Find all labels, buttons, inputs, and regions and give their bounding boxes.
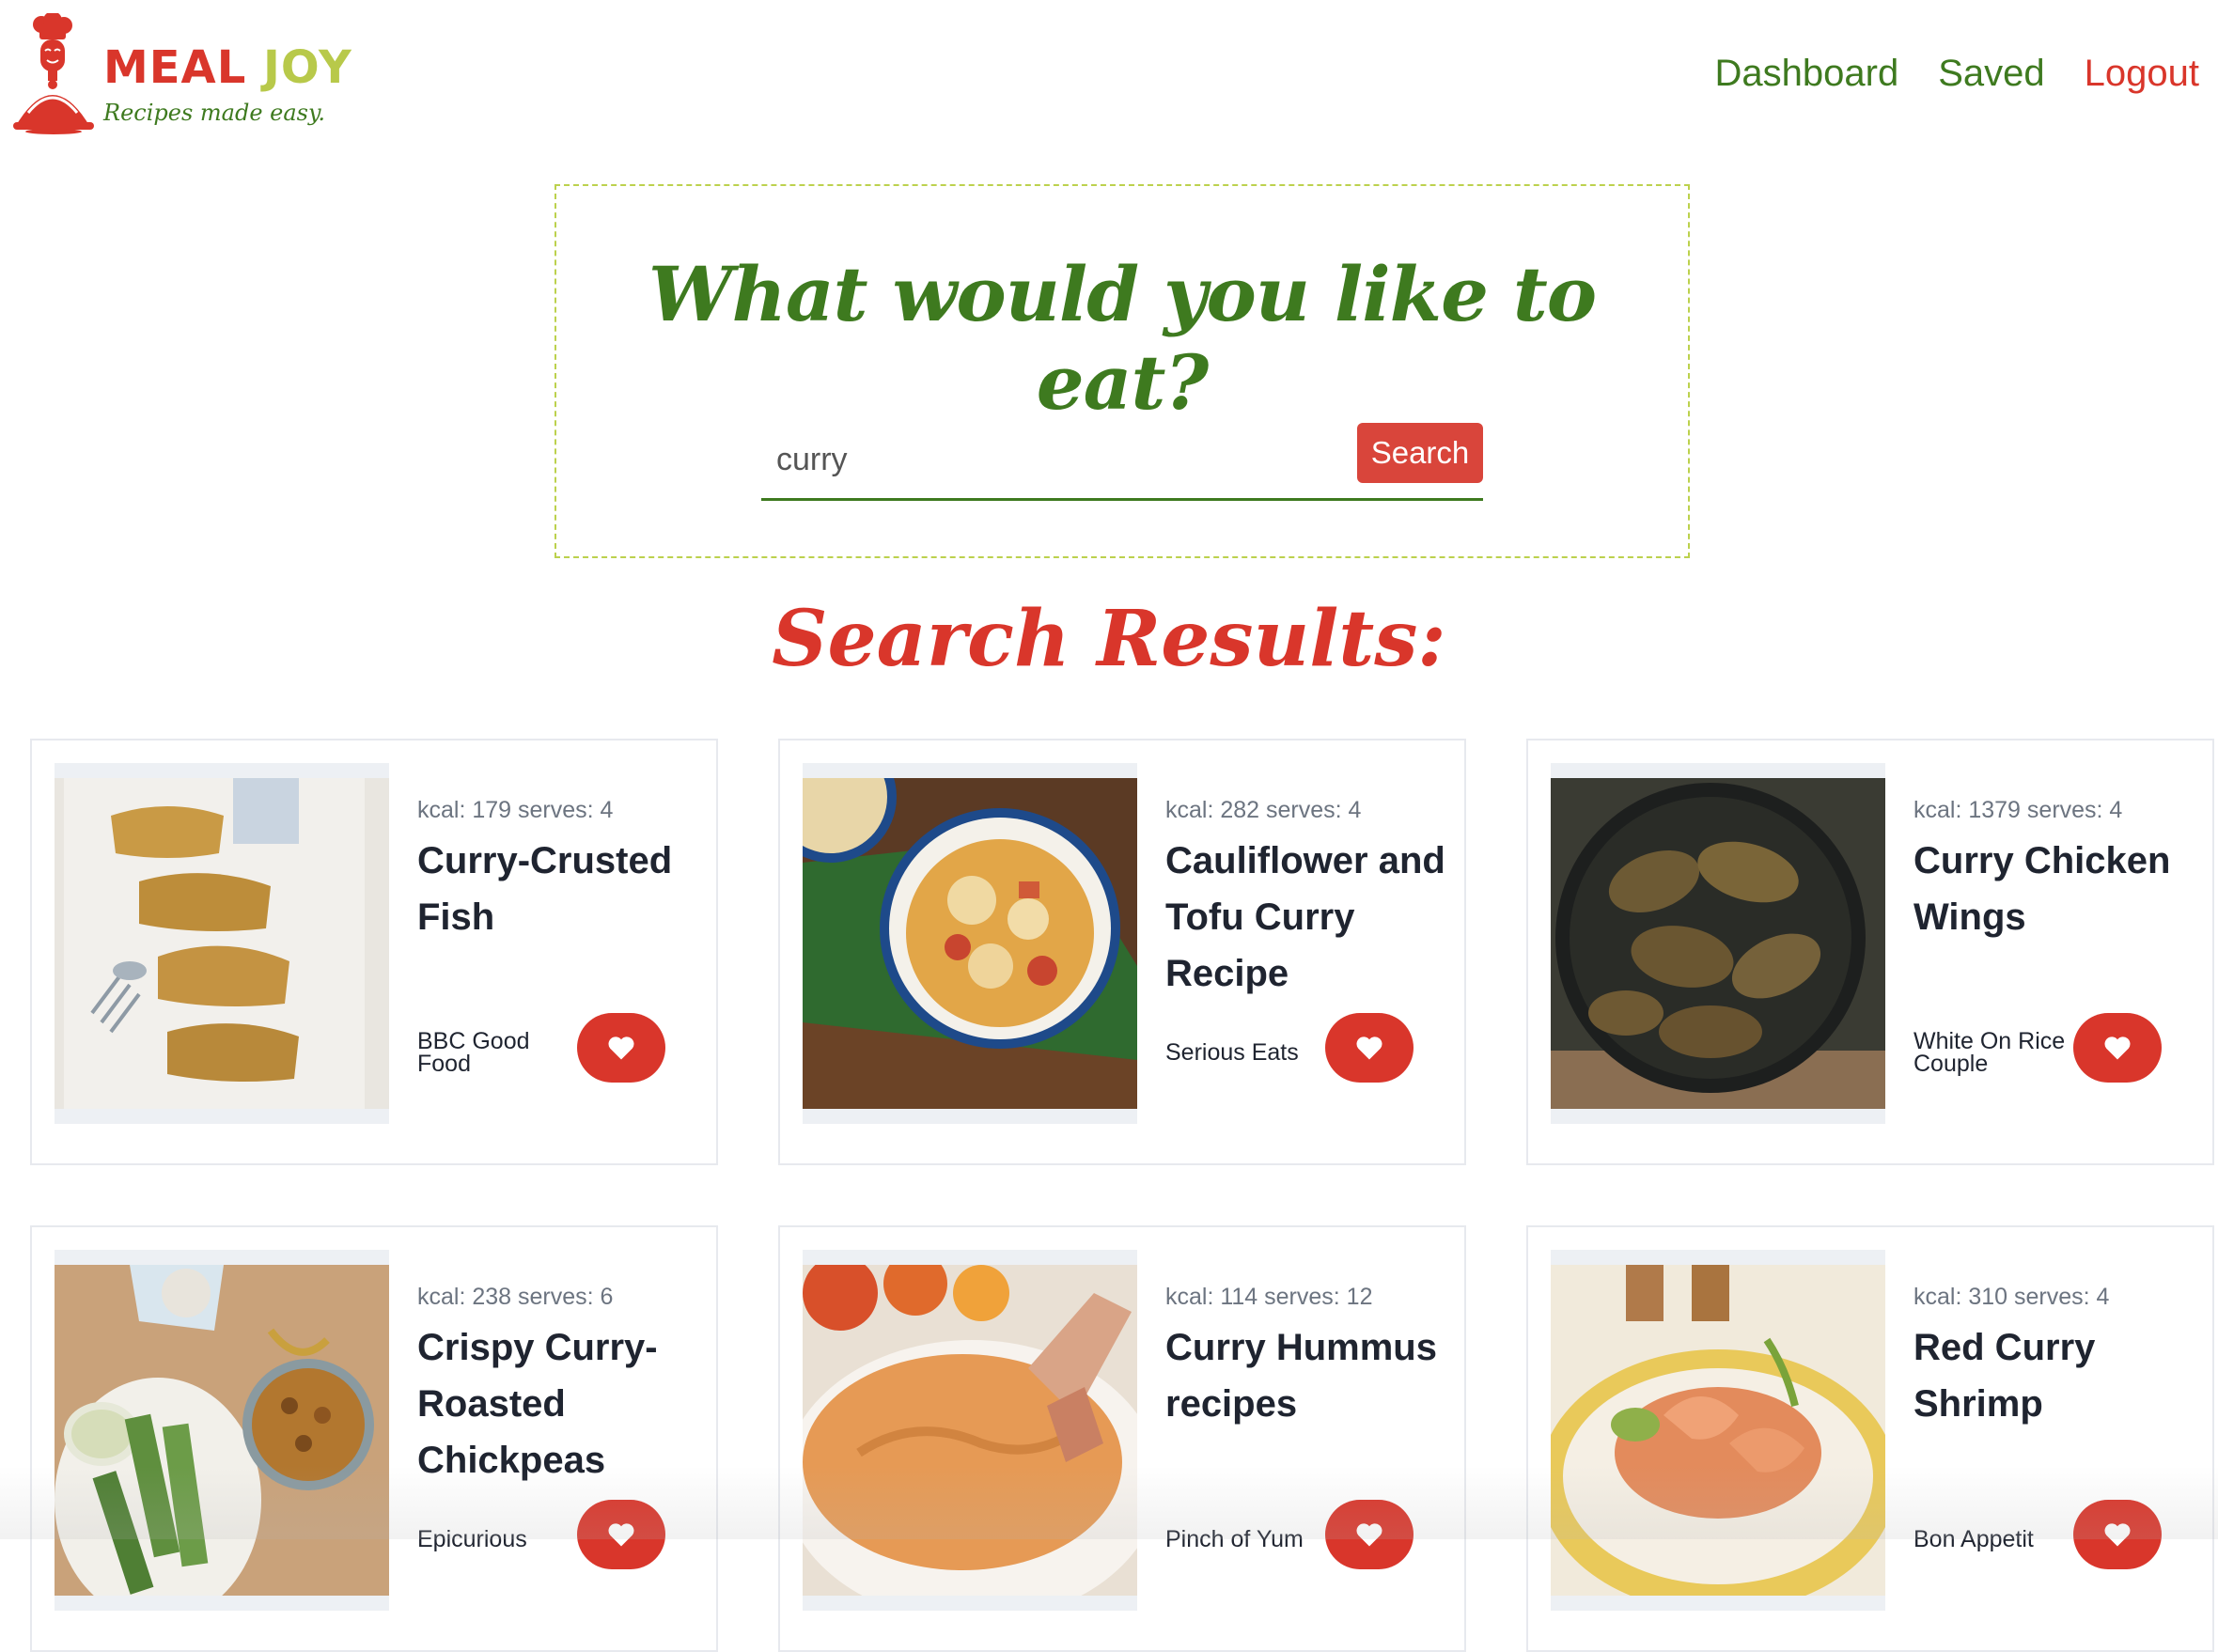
recipe-photo-shrimp	[1551, 1265, 1885, 1596]
recipe-photo-chickpeas	[55, 1265, 389, 1596]
heart-icon	[1356, 1523, 1382, 1547]
recipe-image[interactable]	[803, 763, 1137, 1124]
recipe-meta: kcal: 282 serves: 4	[1165, 797, 1362, 823]
recipe-source: BBC Good Food	[417, 1028, 530, 1077]
recipe-image[interactable]	[1551, 763, 1885, 1124]
recipe-title[interactable]: Cauliflower and Tofu Curry Recipe	[1165, 833, 1447, 1002]
save-favorite-button[interactable]	[2073, 1013, 2162, 1083]
recipe-source: Serious Eats	[1165, 1039, 1299, 1066]
recipe-card[interactable]: kcal: 1379 serves: 4 Curry Chicken Wings…	[1526, 739, 2214, 1165]
recipe-image[interactable]	[1551, 1250, 1885, 1611]
heart-icon	[2104, 1523, 2131, 1547]
save-favorite-button[interactable]	[577, 1500, 665, 1569]
nav-saved-link[interactable]: Saved	[1938, 53, 2044, 95]
logo-word-joy: JOY	[263, 41, 352, 94]
recipe-photo-fish	[55, 778, 389, 1109]
chef-cloche-icon	[13, 13, 94, 134]
recipe-photo-hummus	[803, 1265, 1137, 1596]
recipe-card[interactable]: kcal: 282 serves: 4 Cauliflower and Tofu…	[778, 739, 1466, 1165]
recipe-meta: kcal: 114 serves: 12	[1165, 1284, 1373, 1310]
recipe-title[interactable]: Curry Chicken Wings	[1913, 833, 2195, 945]
recipe-title[interactable]: Curry Hummus recipes	[1165, 1319, 1447, 1432]
heart-icon	[608, 1523, 634, 1547]
search-input[interactable]	[761, 423, 1344, 496]
recipe-card[interactable]: kcal: 114 serves: 12 Curry Hummus recipe…	[778, 1225, 1466, 1652]
logo-word-meal: MEAL	[103, 41, 247, 94]
recipe-meta: kcal: 179 serves: 4	[417, 797, 614, 823]
recipe-meta: kcal: 238 serves: 6	[417, 1284, 614, 1310]
recipe-source: White On Rice Couple	[1913, 1028, 2066, 1077]
nav-logout-link[interactable]: Logout	[2085, 53, 2199, 95]
search-heading: What would you like to eat?	[648, 250, 1597, 427]
logo-wordmark: MEAL JOY	[103, 41, 352, 94]
heart-icon	[608, 1036, 634, 1060]
save-favorite-button[interactable]	[1325, 1500, 1414, 1569]
recipe-source: Bon Appetit	[1913, 1526, 2034, 1552]
recipe-card[interactable]: kcal: 179 serves: 4 Curry-Crusted Fish B…	[30, 739, 718, 1165]
recipe-meta: kcal: 1379 serves: 4	[1913, 797, 2123, 823]
search-bar: Search	[761, 423, 1483, 501]
recipe-card[interactable]: kcal: 310 serves: 4 Red Curry Shrimp Bon…	[1526, 1225, 2214, 1652]
recipe-source: Pinch of Yum	[1165, 1526, 1304, 1552]
logo[interactable]: MEAL JOY Recipes made easy.	[13, 13, 351, 135]
recipe-photo-cauliflower	[803, 778, 1137, 1109]
recipe-image[interactable]	[55, 763, 389, 1124]
nav-dashboard-link[interactable]: Dashboard	[1715, 53, 1899, 95]
recipe-card[interactable]: kcal: 238 serves: 6 Crispy Curry-Roasted…	[30, 1225, 718, 1652]
save-favorite-button[interactable]	[2073, 1500, 2162, 1569]
recipe-photo-chicken-wings	[1551, 778, 1885, 1109]
recipe-title[interactable]: Crispy Curry-Roasted Chickpeas	[417, 1319, 699, 1488]
recipe-image[interactable]	[55, 1250, 389, 1611]
recipe-title[interactable]: Red Curry Shrimp	[1913, 1319, 2195, 1432]
main-nav: Dashboard Saved Logout	[1715, 53, 2199, 95]
save-favorite-button[interactable]	[577, 1013, 665, 1083]
recipe-meta: kcal: 310 serves: 4	[1913, 1284, 2110, 1310]
heart-icon	[2104, 1036, 2131, 1060]
results-heading: Search Results:	[772, 594, 1446, 684]
recipe-source: Epicurious	[417, 1526, 527, 1552]
save-favorite-button[interactable]	[1325, 1013, 1414, 1083]
logo-tagline: Recipes made easy.	[103, 100, 325, 126]
recipe-title[interactable]: Curry-Crusted Fish	[417, 833, 699, 945]
search-panel: What would you like to eat? Search	[554, 184, 1690, 558]
search-button[interactable]: Search	[1357, 423, 1483, 483]
heart-icon	[1356, 1036, 1382, 1060]
recipe-image[interactable]	[803, 1250, 1137, 1611]
